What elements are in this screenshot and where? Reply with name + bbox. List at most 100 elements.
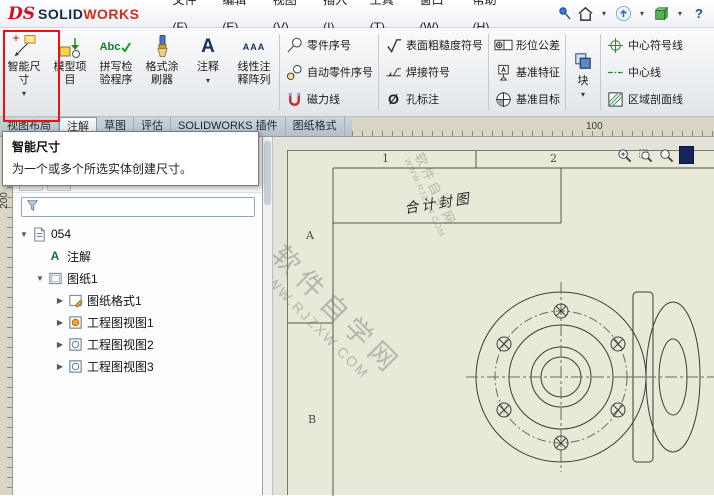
tree-collapse-icon[interactable]: ▶: [55, 296, 65, 305]
auto-balloon-button[interactable]: 自动零件序号: [282, 59, 376, 86]
solidworks-logo: DS SOLID WORKS: [0, 4, 149, 24]
home-icon[interactable]: [574, 3, 596, 25]
model-items-button[interactable]: 模型项目: [47, 30, 93, 114]
block-button[interactable]: 块 ▾: [568, 30, 598, 114]
button-label: 形位公差: [516, 40, 560, 52]
drawing-sheet[interactable]: 1 2 A B 合计封图: [287, 150, 714, 496]
button-label-line: 注释: [197, 61, 219, 73]
tree-item-drawing-view1[interactable]: ▶ 工程图视图1: [13, 311, 262, 333]
button-label-line: 拼写检: [99, 61, 133, 73]
format-painter-button[interactable]: 格式涂 刷器: [139, 30, 185, 114]
smart-dimension-button[interactable]: 智能尺寸 ▾: [1, 30, 47, 114]
zoom-area-icon[interactable]: [637, 147, 653, 163]
upload-dropdown-icon[interactable]: ▾: [637, 9, 647, 18]
model-cube-icon[interactable]: [650, 3, 672, 25]
dropdown-icon[interactable]: ▾: [581, 90, 585, 99]
tree-expand-icon[interactable]: ▼: [19, 230, 29, 239]
ribbon-separator: [378, 34, 379, 110]
tree-item-label: 注解: [67, 249, 92, 264]
tree-item-label: 工程图视图3: [87, 359, 154, 374]
tree-item-label: 054: [51, 227, 72, 241]
ribbon-toolbar: 智能尺寸 ▾ 模型项目 Abc 拼写检 验程序 格式涂 刷器 A 注释 ▾ AAA …: [0, 28, 714, 117]
view-toolbar: [616, 145, 694, 165]
upload-arrow-icon[interactable]: [612, 3, 634, 25]
button-label: 表面粗糙度符号: [406, 40, 483, 52]
button-label-line: 线性注: [237, 61, 271, 73]
tree-item-sheet-format1[interactable]: ▶ 图纸格式1: [13, 289, 262, 311]
cube-dropdown-icon[interactable]: ▾: [675, 9, 685, 18]
button-label: 磁力线: [307, 94, 340, 106]
annotation-letter: A: [50, 249, 60, 263]
spell-checker-button[interactable]: Abc 拼写检 验程序: [93, 30, 139, 114]
balloon-button[interactable]: 零件序号: [282, 32, 376, 59]
panel-scrollbar[interactable]: [263, 137, 273, 495]
drawing-view-icon: [67, 336, 83, 352]
button-label-line: 寸: [18, 74, 30, 86]
tree-item-document[interactable]: ▼ 054: [13, 223, 262, 245]
tree-item-sheet1[interactable]: ▼ 图纸1: [13, 267, 262, 289]
weld-symbol-button[interactable]: 焊接符号: [381, 59, 486, 86]
ribbon-separator: [488, 34, 489, 110]
zone-column-2: 2: [550, 152, 557, 165]
home-dropdown-icon[interactable]: ▾: [599, 9, 609, 18]
tree-item-drawing-view2[interactable]: ▶ 工程图视图2: [13, 333, 262, 355]
weld-symbol-icon: [384, 63, 403, 81]
ruler-ticks: [7, 137, 12, 495]
scrollbar-thumb[interactable]: [264, 141, 271, 205]
datum-feature-icon: [494, 63, 513, 81]
format-painter-icon: [149, 33, 175, 61]
help-icon[interactable]: ?: [688, 3, 710, 25]
tree-item-drawing-view3[interactable]: ▶ 工程图视图3: [13, 355, 262, 377]
ds-logo-glyph: DS: [8, 3, 36, 24]
zoom-fit-icon[interactable]: [658, 147, 674, 163]
datum-target-icon: [494, 90, 513, 108]
button-label: 区域剖面线: [628, 94, 683, 106]
hole-callout-icon: Ø: [384, 90, 403, 108]
pushpin-icon[interactable]: [557, 4, 574, 24]
button-label-line: 模型项: [53, 61, 87, 73]
filter-funnel-icon: [26, 199, 39, 215]
view-settings-icon[interactable]: [679, 146, 694, 164]
note-icon-text: A: [201, 36, 215, 57]
button-label: 基准特征: [516, 67, 560, 79]
logo-solid-text: SOLID: [38, 5, 84, 22]
datum-group: 形位公差 基准特征 基准目标: [491, 30, 563, 114]
ruler-ticks: [352, 131, 714, 136]
area-hatch-button[interactable]: 区域剖面线: [603, 86, 686, 113]
magnetic-line-icon: [285, 90, 304, 108]
datum-target-button[interactable]: 基准目标: [491, 86, 563, 113]
geometric-tolerance-button[interactable]: 形位公差: [491, 32, 563, 59]
center-mark-button[interactable]: 中心符号线: [603, 32, 686, 59]
tree-item-annotations[interactable]: A 注解: [13, 245, 262, 267]
auto-balloon-icon: [285, 63, 304, 81]
hole-callout-button[interactable]: Ø 孔标注: [381, 86, 486, 113]
vertical-ruler: 200: [0, 137, 13, 495]
quick-access-toolbar: ▾ ▾ ▾ ?: [574, 3, 714, 25]
button-label: 中心线: [628, 67, 661, 79]
note-button[interactable]: A 注释 ▾: [185, 30, 231, 114]
graphics-area[interactable]: 200 1 2 A B 合计封图 软件自学网 WWW.RJZXW.COM 软件自…: [0, 137, 714, 496]
geometric-tolerance-icon: [494, 36, 513, 54]
tree-collapse-icon[interactable]: ▶: [55, 340, 65, 349]
tree-item-label: 图纸格式1: [87, 293, 142, 308]
ribbon-separator: [600, 34, 601, 110]
sheet-icon: [47, 270, 63, 286]
tree-expand-icon[interactable]: ▼: [35, 274, 45, 283]
balloon-group: 零件序号 自动零件序号 磁力线: [282, 30, 376, 114]
button-label-line: 刷器: [151, 74, 173, 86]
tree-collapse-icon[interactable]: ▶: [55, 318, 65, 327]
spell-checker-icon: Abc: [100, 33, 133, 61]
tab-sheet-format[interactable]: 图纸格式: [286, 117, 345, 136]
centerline-button[interactable]: 中心线: [603, 59, 686, 86]
surface-finish-button[interactable]: 表面粗糙度符号: [381, 32, 486, 59]
linear-icon-text: AAA: [242, 42, 266, 52]
zoom-in-icon[interactable]: [616, 147, 632, 163]
tree-collapse-icon[interactable]: ▶: [55, 362, 65, 371]
button-label: 基准目标: [516, 94, 560, 106]
dropdown-icon[interactable]: ▾: [22, 89, 26, 98]
tree-filter-box[interactable]: [21, 197, 255, 217]
magnetic-line-button[interactable]: 磁力线: [282, 86, 376, 113]
datum-feature-button[interactable]: 基准特征: [491, 59, 563, 86]
linear-note-pattern-button[interactable]: AAA 线性注 释阵列: [231, 30, 277, 114]
dropdown-icon[interactable]: ▾: [206, 76, 210, 85]
